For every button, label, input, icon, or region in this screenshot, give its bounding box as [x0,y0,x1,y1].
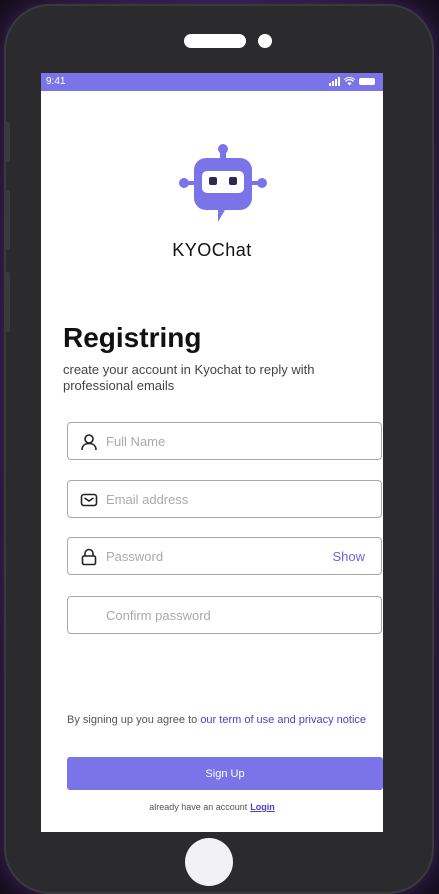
side-button [4,122,10,162]
full-name-input[interactable] [106,423,336,459]
privacy-notice-link[interactable]: privacy notice [299,714,366,726]
user-icon [81,434,97,451]
robot-chat-logo-icon [179,144,267,222]
status-bar: 9:41 [41,73,383,91]
page-title: Registring [63,322,202,353]
signal-icon [329,77,340,86]
wifi-icon [344,77,355,86]
sign-up-button[interactable]: Sign Up [67,757,383,790]
status-time: 9:41 [46,76,66,87]
login-link[interactable]: Login [250,802,275,812]
email-field[interactable] [67,480,382,518]
battery-icon [359,78,375,85]
terms-of-use-link[interactable]: our term of use [200,714,274,726]
confirm-password-field[interactable] [67,596,382,634]
password-input[interactable] [106,538,336,574]
full-name-field[interactable] [67,422,382,460]
phone-screen: 9:41 KYOChat Registring create your acco… [41,73,383,832]
terms-prefix: By signing up you agree to [67,714,201,726]
email-input[interactable] [106,481,336,517]
password-field[interactable]: Show [67,537,382,575]
login-prompt-text: already have an account [149,802,248,812]
terms-notice: By signing up you agree to our term of u… [67,713,367,727]
side-button [4,190,10,250]
speaker [184,34,246,48]
mail-icon [80,493,98,507]
front-camera [258,34,272,48]
confirm-password-input[interactable] [106,597,336,633]
terms-and-word: and [277,714,296,726]
lock-icon [81,548,97,566]
status-icons [329,77,375,86]
page-subtitle: create your account in Kyochat to reply … [63,362,315,393]
show-password-button[interactable]: Show [332,549,365,564]
app-name: KYOChat [172,240,252,260]
login-prompt: already have an account Login [41,802,383,812]
side-button [4,272,10,332]
home-button[interactable] [185,838,233,886]
